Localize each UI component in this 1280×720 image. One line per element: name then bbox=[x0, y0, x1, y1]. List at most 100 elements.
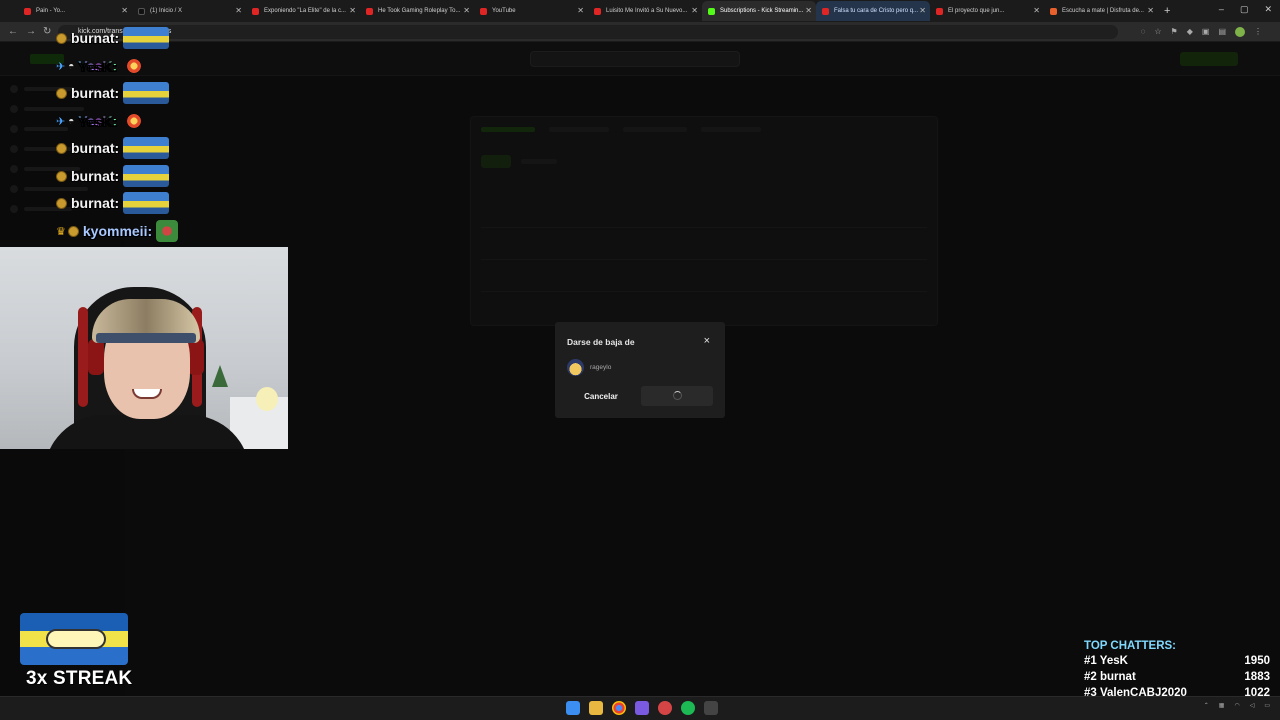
browser-tab[interactable]: Escucha a mate | Disfruta de... ✕ bbox=[1044, 1, 1158, 21]
kick-login-button bbox=[1180, 52, 1238, 66]
browser-tab[interactable]: Luisito Me Invitó a Su Nuevo... ✕ bbox=[588, 1, 702, 21]
youtube-icon bbox=[480, 7, 487, 15]
modal-title: Darse de baja de bbox=[567, 337, 635, 347]
bookmark-star-icon[interactable]: ☆ bbox=[1154, 27, 1161, 37]
headset-left bbox=[88, 339, 104, 375]
loading-spinner-icon bbox=[673, 391, 682, 400]
helmet-badge-icon: ◓ bbox=[68, 60, 75, 72]
app-icon[interactable] bbox=[704, 701, 718, 715]
windows-start-icon[interactable] bbox=[566, 701, 580, 715]
confirm-unsubscribe-button[interactable] bbox=[641, 386, 713, 406]
chat-username: YesK: bbox=[78, 58, 118, 74]
transactions-panel-dimmed bbox=[470, 116, 938, 326]
windows-taskbar: ⌃ ▦ ◠ ◁ ▭ bbox=[0, 696, 1280, 720]
file-explorer-icon[interactable] bbox=[589, 701, 603, 715]
cancel-button[interactable]: Cancelar bbox=[568, 386, 634, 406]
tab-title: Subscriptions - Kick Streamin... bbox=[720, 8, 804, 14]
spotify-icon[interactable] bbox=[681, 701, 695, 715]
tab-title: (1) Inicio / X bbox=[150, 8, 183, 14]
reload-icon[interactable]: ↻ bbox=[43, 26, 51, 37]
tab-title: Falsa tu cara de Cristo pero q... bbox=[834, 8, 919, 14]
coin-badge-icon bbox=[56, 197, 67, 209]
close-icon[interactable]: × bbox=[704, 335, 710, 347]
tab-close-icon[interactable]: ✕ bbox=[235, 6, 242, 15]
menu-icon[interactable]: ⋮ bbox=[1254, 27, 1262, 37]
clock-icon[interactable]: ▭ bbox=[1264, 702, 1270, 709]
pepe-emote bbox=[156, 220, 179, 242]
chat-message: burnat: bbox=[56, 81, 170, 105]
volume-icon[interactable]: ◁ bbox=[1250, 702, 1255, 709]
tab-close-icon[interactable]: ✕ bbox=[805, 6, 812, 15]
obs-icon[interactable] bbox=[658, 701, 672, 715]
tab-close-icon[interactable]: ✕ bbox=[463, 6, 470, 15]
browser-tab[interactable]: He Took Gaming Roleplay To... ✕ bbox=[360, 1, 474, 21]
unsubscribe-modal: Darse de baja de × rageylo Cancelar bbox=[555, 322, 725, 418]
chair-stripe bbox=[78, 307, 88, 407]
chat-message: burnat: bbox=[56, 164, 170, 188]
youtube-icon bbox=[24, 7, 31, 15]
tab-close-icon[interactable]: ✕ bbox=[349, 6, 356, 15]
chat-message: ✈ ◓ YesK: bbox=[56, 109, 142, 133]
browser-tab-bar: Pain - Yo... ✕ (1) Inicio / X ✕ Exponiendo "… bbox=[0, 0, 1280, 22]
browser-tab[interactable]: Exponiendo "La Elite" de la c... ✕ bbox=[246, 1, 360, 21]
chat-username: burnat: bbox=[71, 85, 120, 101]
screen: Pain - Yo... ✕ (1) Inicio / X ✕ Exponiendo "… bbox=[0, 0, 1280, 720]
chat-username: burnat: bbox=[71, 140, 120, 156]
eye-off-icon[interactable]: ◌ bbox=[1141, 27, 1146, 37]
chevron-up-icon[interactable]: ⌃ bbox=[1204, 702, 1209, 709]
table-row-dimmed bbox=[481, 291, 927, 323]
tab-close-icon[interactable]: ✕ bbox=[1033, 6, 1040, 15]
channel-name: rageylo bbox=[590, 364, 612, 371]
sword-badge-icon: ✈ bbox=[56, 115, 66, 128]
maximize-icon[interactable]: ▢ bbox=[1240, 4, 1249, 15]
chat-username: kyommeii: bbox=[82, 223, 153, 239]
chrome-icon[interactable] bbox=[612, 701, 626, 715]
tab-close-icon[interactable]: ✕ bbox=[919, 6, 926, 15]
back-icon[interactable]: ← bbox=[8, 26, 18, 37]
extension-icon[interactable]: ◆ bbox=[1187, 27, 1193, 37]
browser-tab[interactable]: (1) Inicio / X ✕ bbox=[132, 1, 246, 21]
tab-close-icon[interactable]: ✕ bbox=[121, 6, 128, 15]
browser-tab[interactable]: YouTube ✕ bbox=[474, 1, 588, 21]
top-chatter-count: 1950 bbox=[1244, 655, 1270, 667]
forward-icon[interactable]: → bbox=[26, 26, 36, 37]
youtube-icon bbox=[936, 7, 943, 15]
close-window-icon[interactable]: ✕ bbox=[1264, 4, 1272, 15]
panel-subtabs-dimmed bbox=[481, 155, 557, 168]
table-row-dimmed bbox=[481, 259, 927, 291]
browser-tab[interactable]: Falsa tu cara de Cristo pero q... ✕ bbox=[816, 1, 930, 21]
youtube-icon bbox=[594, 7, 601, 15]
streak-emote bbox=[20, 613, 128, 665]
tab-title: Exponiendo "La Elite" de la c... bbox=[264, 8, 346, 14]
youtube-icon bbox=[252, 7, 259, 15]
browser-tab[interactable]: El proyecto que jun... ✕ bbox=[930, 1, 1044, 21]
fire-emote bbox=[127, 59, 142, 73]
url-field[interactable]: kick.com/transptions bbox=[58, 25, 1118, 39]
car-emote bbox=[123, 137, 170, 159]
kick-topbar bbox=[0, 42, 1280, 76]
top-chatter-row: #1 YesK 1950 bbox=[1084, 655, 1270, 671]
browser-tab[interactable]: Pain - Yo... ✕ bbox=[18, 1, 132, 21]
tab-close-icon[interactable]: ✕ bbox=[577, 6, 584, 15]
x-icon bbox=[138, 7, 145, 15]
language-indicator-icon[interactable]: ▦ bbox=[1219, 702, 1225, 709]
discord-icon[interactable] bbox=[635, 701, 649, 715]
sidebar-icon[interactable]: ▤ bbox=[1218, 27, 1226, 37]
streak-label: 3x STREAK bbox=[26, 668, 133, 689]
tab-title: YouTube bbox=[492, 8, 516, 14]
headset-right bbox=[188, 339, 204, 375]
wifi-icon[interactable]: ◠ bbox=[1234, 702, 1239, 709]
translate-icon[interactable]: ⚑ bbox=[1171, 27, 1178, 37]
new-tab-button[interactable]: + bbox=[1164, 5, 1170, 17]
tab-close-icon[interactable]: ✕ bbox=[691, 6, 698, 15]
browser-tab[interactable]: Subscriptions - Kick Streamin... ✕ bbox=[702, 1, 816, 21]
car-emote bbox=[123, 192, 170, 214]
top-chatter-rank: #2 bbox=[1084, 671, 1097, 683]
puzzle-icon[interactable]: ▣ bbox=[1202, 27, 1210, 37]
coin-badge-icon bbox=[67, 225, 79, 237]
lamp bbox=[256, 387, 278, 411]
profile-avatar[interactable] bbox=[1235, 27, 1245, 37]
minimize-icon[interactable]: – bbox=[1219, 4, 1224, 15]
tab-close-icon[interactable]: ✕ bbox=[1147, 6, 1154, 15]
car-emote bbox=[123, 27, 170, 49]
